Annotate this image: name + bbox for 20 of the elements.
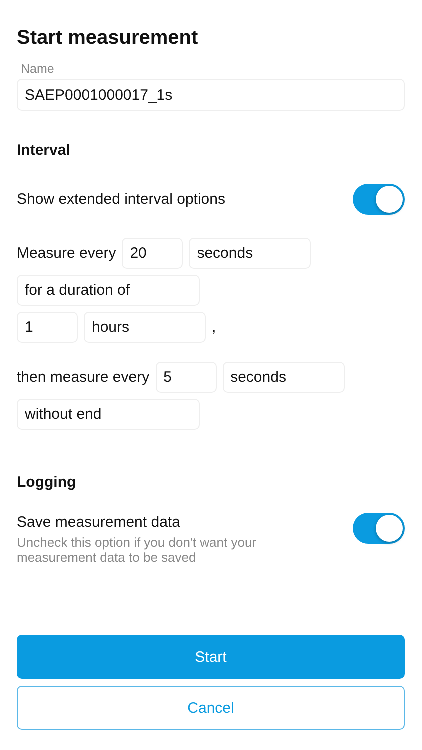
number-field[interactable]: 5 xyxy=(156,362,217,393)
number-field[interactable]: 20 xyxy=(122,238,184,269)
duration-dropdown[interactable]: for a duration of xyxy=(17,275,200,306)
interval-label: then measure every xyxy=(17,368,150,388)
toggle-switch[interactable] xyxy=(353,513,405,544)
field-label: Name xyxy=(20,61,56,77)
page-title: Start measurement xyxy=(17,26,200,51)
toggle-label: Show extended interval options xyxy=(17,190,226,210)
interval-label: , xyxy=(212,318,216,338)
unit-dropdown[interactable]: seconds xyxy=(189,238,312,269)
interval-label: Measure every xyxy=(17,244,116,264)
section-heading: Interval xyxy=(17,141,72,161)
toggle-hint: Uncheck this option if you don't want your measurement data to be saved xyxy=(17,535,258,565)
duration-dropdown[interactable]: without end xyxy=(17,399,200,430)
toggle-label: Save measurement data xyxy=(17,513,182,533)
number-field[interactable]: 1 xyxy=(17,312,78,343)
unit-dropdown[interactable]: hours xyxy=(84,312,206,343)
section-heading: Logging xyxy=(17,473,78,493)
unit-dropdown[interactable]: seconds xyxy=(222,362,345,393)
toggle-switch[interactable] xyxy=(353,184,405,215)
